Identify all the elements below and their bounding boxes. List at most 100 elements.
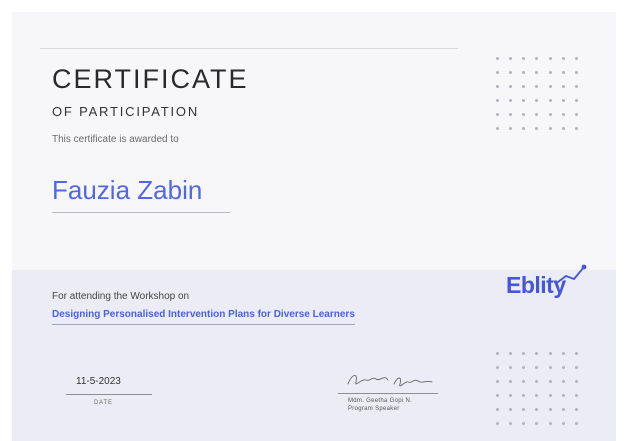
decorative-dot bbox=[509, 352, 513, 355]
decorative-dot bbox=[561, 408, 565, 411]
decorative-dot bbox=[509, 71, 513, 74]
decorative-dot bbox=[535, 57, 539, 60]
decorative-dot bbox=[496, 422, 499, 425]
decorative-dot bbox=[574, 85, 578, 88]
decorative-dot bbox=[561, 57, 565, 60]
decorative-dot bbox=[548, 113, 552, 116]
eblity-logo: Eblity bbox=[506, 262, 590, 306]
decorative-dot bbox=[535, 394, 539, 397]
decorative-dot bbox=[561, 85, 565, 88]
decorative-dot bbox=[574, 113, 578, 116]
decorative-dot bbox=[561, 422, 565, 425]
certificate-title: CERTIFICATE bbox=[52, 64, 249, 94]
decorative-dot bbox=[548, 408, 552, 411]
decorative-dot bbox=[509, 394, 513, 397]
decorative-dot bbox=[522, 113, 526, 116]
decorative-dot bbox=[535, 422, 539, 425]
decorative-dot bbox=[535, 85, 539, 88]
decorative-dot bbox=[522, 366, 526, 369]
decorative-dot bbox=[574, 394, 578, 397]
speaker-role: Program Speaker bbox=[348, 406, 400, 412]
decorative-dot bbox=[548, 99, 552, 102]
decorative-dot bbox=[496, 127, 499, 130]
decorative-dot bbox=[574, 57, 578, 60]
decorative-dot bbox=[548, 380, 552, 383]
decorative-dot bbox=[522, 422, 526, 425]
decorative-dot bbox=[561, 394, 565, 397]
decorative-dot bbox=[535, 366, 539, 369]
decorative-dot bbox=[522, 394, 526, 397]
decorative-dot bbox=[496, 57, 499, 60]
decorative-dot bbox=[561, 366, 565, 369]
decorative-dot bbox=[509, 85, 513, 88]
decorative-dot bbox=[561, 380, 565, 383]
decorative-dot bbox=[535, 127, 539, 130]
decorative-dot bbox=[522, 71, 526, 74]
decorative-dot bbox=[548, 394, 552, 397]
decorative-dot bbox=[548, 422, 552, 425]
decorative-dot bbox=[522, 99, 526, 102]
decorative-dot bbox=[548, 85, 552, 88]
decorative-dot bbox=[535, 380, 539, 383]
decorative-dot bbox=[561, 127, 565, 130]
speaker-name: Mdm. Geetha Gopi N. bbox=[348, 398, 413, 404]
certificate: CERTIFICATE OF PARTICIPATION This certif… bbox=[12, 12, 616, 441]
attending-text: For attending the Workshop on bbox=[52, 291, 190, 302]
dot-pattern-bottom bbox=[496, 352, 588, 425]
decorative-dot bbox=[574, 366, 578, 369]
decorative-dot bbox=[548, 127, 552, 130]
decorative-dot bbox=[522, 380, 526, 383]
decorative-dot bbox=[561, 113, 565, 116]
decorative-dot bbox=[561, 71, 565, 74]
workshop-title: Designing Personalised Intervention Plan… bbox=[52, 309, 355, 325]
signature-line bbox=[338, 393, 438, 394]
decorative-dot bbox=[535, 99, 539, 102]
top-divider bbox=[40, 48, 458, 49]
date-label: DATE bbox=[94, 400, 113, 406]
decorative-dot bbox=[522, 57, 526, 60]
decorative-dot bbox=[548, 57, 552, 60]
decorative-dot bbox=[509, 380, 513, 383]
rising-graph-icon bbox=[557, 264, 587, 283]
decorative-dot bbox=[535, 352, 539, 355]
decorative-dot bbox=[548, 352, 552, 355]
decorative-dot bbox=[561, 352, 565, 355]
certificate-subtitle: OF PARTICIPATION bbox=[52, 104, 200, 119]
decorative-dot bbox=[535, 71, 539, 74]
decorative-dot bbox=[496, 71, 499, 74]
decorative-dot bbox=[496, 366, 499, 369]
decorative-dot bbox=[496, 99, 499, 102]
decorative-dot bbox=[574, 71, 578, 74]
dot-pattern-top bbox=[496, 57, 588, 130]
decorative-dot bbox=[574, 422, 578, 425]
awarded-text: This certificate is awarded to bbox=[52, 134, 179, 145]
decorative-dot bbox=[548, 71, 552, 74]
decorative-dot bbox=[496, 352, 499, 355]
decorative-dot bbox=[509, 57, 513, 60]
decorative-dot bbox=[561, 99, 565, 102]
decorative-dot bbox=[509, 127, 513, 130]
date-value: 11-5-2023 bbox=[76, 376, 121, 387]
decorative-dot bbox=[496, 113, 499, 116]
recipient-name: Fauzia Zabin bbox=[52, 175, 230, 213]
decorative-dot bbox=[509, 99, 513, 102]
decorative-dot bbox=[509, 366, 513, 369]
decorative-dot bbox=[548, 366, 552, 369]
decorative-dot bbox=[574, 352, 578, 355]
decorative-dot bbox=[496, 380, 499, 383]
decorative-dot bbox=[496, 394, 499, 397]
decorative-dot bbox=[509, 422, 513, 425]
decorative-dot bbox=[522, 408, 526, 411]
decorative-dot bbox=[574, 99, 578, 102]
date-line bbox=[66, 394, 152, 395]
decorative-dot bbox=[509, 408, 513, 411]
decorative-dot bbox=[535, 113, 539, 116]
decorative-dot bbox=[509, 113, 513, 116]
decorative-dot bbox=[496, 408, 499, 411]
decorative-dot bbox=[535, 408, 539, 411]
decorative-dot bbox=[574, 408, 578, 411]
decorative-dot bbox=[522, 127, 526, 130]
decorative-dot bbox=[574, 127, 578, 130]
decorative-dot bbox=[496, 85, 499, 88]
decorative-dot bbox=[522, 85, 526, 88]
